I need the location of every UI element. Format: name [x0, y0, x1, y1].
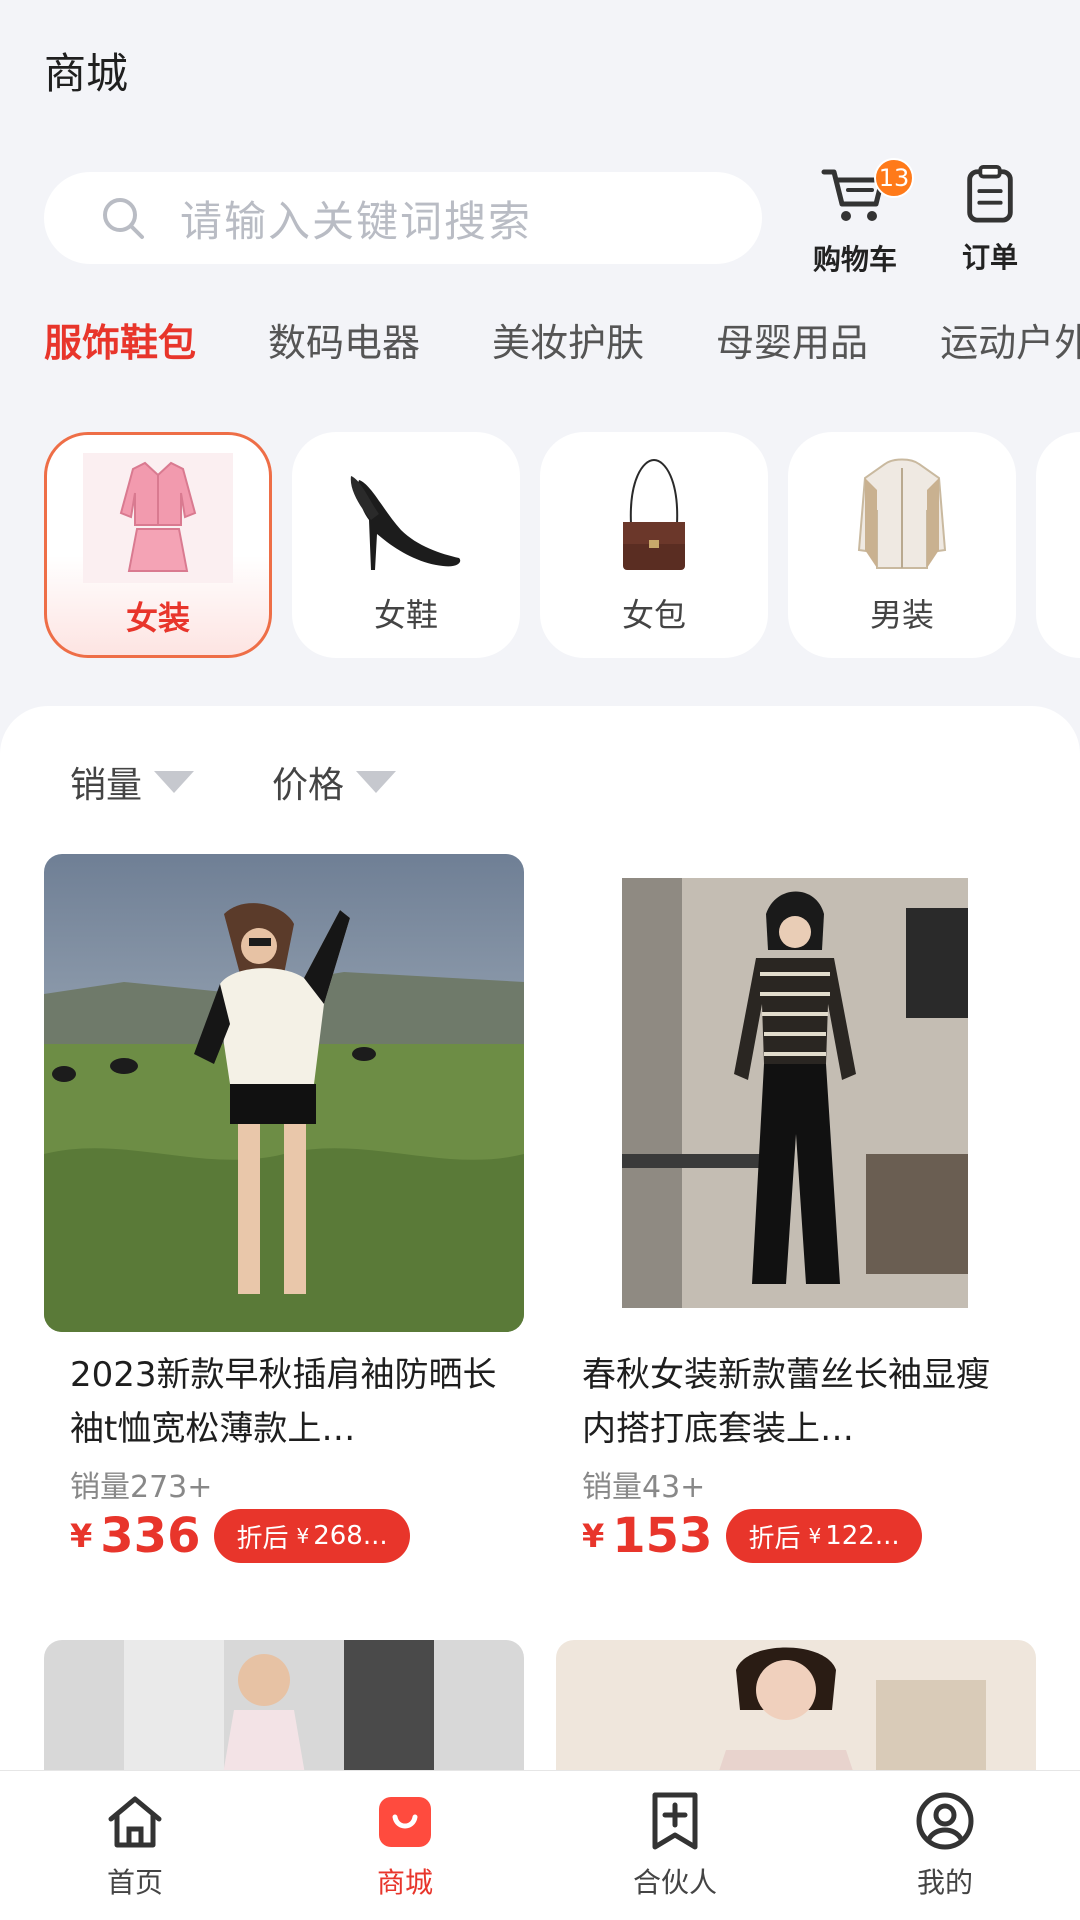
product-price: 153: [612, 1508, 713, 1564]
home-icon: [108, 1796, 162, 1848]
cart-label: 购物车: [812, 243, 897, 276]
subcategory-label: 女装: [125, 599, 190, 637]
product-title: 2023新款早秋插肩袖防晒长袖t恤宽松薄款上…: [70, 1355, 497, 1449]
sort-sales-button[interactable]: 销量: [70, 756, 195, 808]
product-card[interactable]: [556, 1640, 1036, 1780]
product-sales: 销量273+: [70, 1470, 213, 1505]
tab-apparel[interactable]: 服饰鞋包: [44, 312, 196, 382]
nav-label: 商城: [376, 1866, 433, 1899]
bottom-nav: 首页 商城 合伙人 我的: [0, 1770, 1080, 1920]
order-label: 订单: [961, 241, 1018, 274]
nav-profile[interactable]: 我的: [810, 1771, 1080, 1920]
cart-badge: 13: [874, 158, 914, 198]
price-row: ¥ 153 折后 ¥ 122...: [582, 1508, 1036, 1564]
partner-icon: [652, 1792, 698, 1850]
sort-bar: 销量 价格: [70, 756, 474, 808]
product-card[interactable]: 春秋女装新款蕾丝长袖显瘦内搭打底套装上… 销量43+ ¥ 153 折后 ¥ 12…: [556, 854, 1036, 1564]
jacket-icon: [857, 458, 947, 569]
subcategory-women-clothing[interactable]: 女装: [44, 432, 272, 658]
subcategory-label: 女鞋: [373, 596, 438, 634]
tab-outdoor[interactable]: 运动户外: [940, 312, 1080, 382]
mall-icon: [379, 1797, 431, 1847]
product-card[interactable]: [44, 1640, 524, 1780]
nav-label: 首页: [106, 1866, 163, 1899]
price-row: ¥ 336 折后 ¥ 268...: [70, 1508, 524, 1564]
cart-button[interactable]: 13 购物车: [800, 158, 914, 276]
discount-badge: 折后 ¥ 122...: [726, 1509, 922, 1563]
subcategory-label: 男装: [869, 596, 934, 634]
currency-symbol: ¥: [70, 1517, 93, 1555]
handbag-icon: [623, 458, 685, 570]
profile-icon: [916, 1792, 974, 1850]
subcategory-more[interactable]: [1036, 432, 1080, 658]
nav-label: 我的: [916, 1866, 973, 1899]
order-icon: [967, 164, 1013, 223]
product-image: [556, 1640, 1036, 1780]
sort-price-button[interactable]: 价格: [272, 756, 397, 808]
category-tabs: 服饰鞋包 数码电器 美妆护肤 母婴用品 运动户外: [44, 312, 1080, 382]
subcategory-women-shoes[interactable]: 女鞋: [292, 432, 520, 658]
product-card[interactable]: 2023新款早秋插肩袖防晒长袖t恤宽松薄款上… 销量273+ ¥ 336 折后 …: [44, 854, 524, 1564]
sort-price-label: 价格: [272, 765, 345, 806]
nav-label: 合伙人: [632, 1866, 717, 1899]
discount-price: 268...: [313, 1521, 388, 1551]
product-panel: 销量 价格 2023新款早秋插肩袖防晒长袖t恤宽松薄款上… 销量273+ ¥ 3…: [0, 706, 1080, 1920]
product-title: 春秋女装新款蕾丝长袖显瘦内搭打底套装上…: [582, 1355, 990, 1449]
product-image: [44, 1640, 524, 1780]
page-title: 商城: [44, 49, 129, 98]
tab-digital[interactable]: 数码电器: [268, 312, 420, 382]
order-button[interactable]: 订单: [940, 164, 1040, 276]
currency-symbol: ¥: [582, 1517, 605, 1555]
women-clothing-icon: [83, 453, 233, 583]
product-sales: 销量43+: [582, 1470, 706, 1505]
subcategory-women-bags[interactable]: 女包: [540, 432, 768, 658]
product-image: [556, 854, 1036, 1332]
product-image: [44, 854, 524, 1332]
discount-prefix: 折后: [236, 1523, 289, 1554]
tab-baby[interactable]: 母婴用品: [716, 312, 868, 382]
tab-beauty[interactable]: 美妆护肤: [492, 312, 644, 382]
nav-mall[interactable]: 商城: [270, 1771, 540, 1920]
nav-home[interactable]: 首页: [0, 1771, 270, 1920]
discount-price: 122...: [825, 1521, 900, 1551]
nav-partner[interactable]: 合伙人: [540, 1771, 810, 1920]
discount-badge: 折后 ¥ 268...: [214, 1509, 410, 1563]
sort-sales-label: 销量: [70, 765, 143, 806]
search-placeholder: 请输入关键词搜索: [180, 196, 533, 246]
search-input[interactable]: 请输入关键词搜索: [44, 172, 762, 264]
discount-currency: ¥: [808, 1524, 822, 1548]
subcategory-list: 女装 女鞋 女包 男装: [44, 432, 1080, 662]
subcategory-men-clothing[interactable]: 男装: [788, 432, 1016, 658]
discount-prefix: 折后: [748, 1523, 801, 1554]
subcategory-label: 女包: [621, 596, 686, 634]
discount-currency: ¥: [296, 1524, 310, 1548]
caret-down-icon: [356, 771, 397, 793]
product-price: 336: [100, 1508, 201, 1564]
search-icon: [103, 198, 144, 239]
caret-down-icon: [154, 771, 195, 793]
high-heel-icon: [350, 476, 461, 570]
